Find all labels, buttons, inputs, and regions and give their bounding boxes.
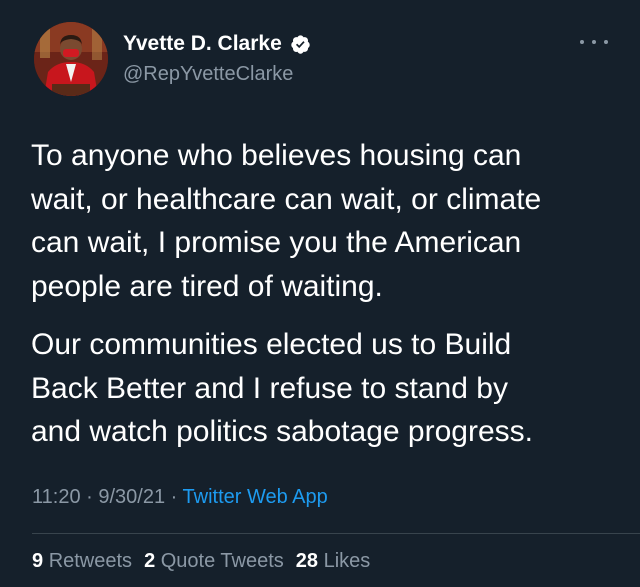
quote-tweets-label: Quote Tweets [160, 550, 284, 572]
divider [32, 533, 640, 534]
tweet-time[interactable]: 11:20 [32, 486, 81, 508]
more-options-icon[interactable] [580, 34, 608, 50]
profile-photo-icon [34, 22, 108, 96]
retweets-count: 9 [32, 550, 44, 572]
avatar[interactable] [34, 22, 108, 96]
meta-separator: · [165, 486, 183, 508]
tweet-paragraph: Our communities elected us to Build Back… [31, 328, 533, 448]
tweet-date[interactable]: 9/30/21 [98, 486, 165, 508]
tweet-card: Yvette D. Clarke @RepYvetteClarke To any… [0, 0, 640, 587]
display-name[interactable]: Yvette D. Clarke [123, 32, 282, 56]
likes-stat[interactable]: 28 Likes [296, 550, 371, 573]
likes-label: Likes [323, 550, 371, 572]
quote-tweets-count: 2 [144, 550, 156, 572]
likes-count: 28 [295, 550, 319, 572]
author-name-row: Yvette D. Clarke [123, 32, 311, 56]
tweet-text: To anyone who believes housing can wait,… [31, 134, 621, 454]
author-handle[interactable]: @RepYvetteClarke [123, 63, 293, 86]
meta-separator: · [80, 486, 99, 508]
tweet-source-link[interactable]: Twitter Web App [183, 486, 328, 508]
tweet-metadata: 11:20 · 9/30/21 · Twitter Web App [32, 486, 328, 509]
engagement-stats: 9 Retweets 2 Quote Tweets 28 Likes [32, 550, 370, 573]
tweet-paragraph: To anyone who believes housing can wait,… [31, 139, 542, 303]
quote-tweets-stat[interactable]: 2 Quote Tweets [144, 550, 284, 573]
retweets-label: Retweets [48, 550, 133, 572]
verified-badge-icon [290, 34, 311, 55]
retweets-stat[interactable]: 9 Retweets [32, 550, 132, 573]
